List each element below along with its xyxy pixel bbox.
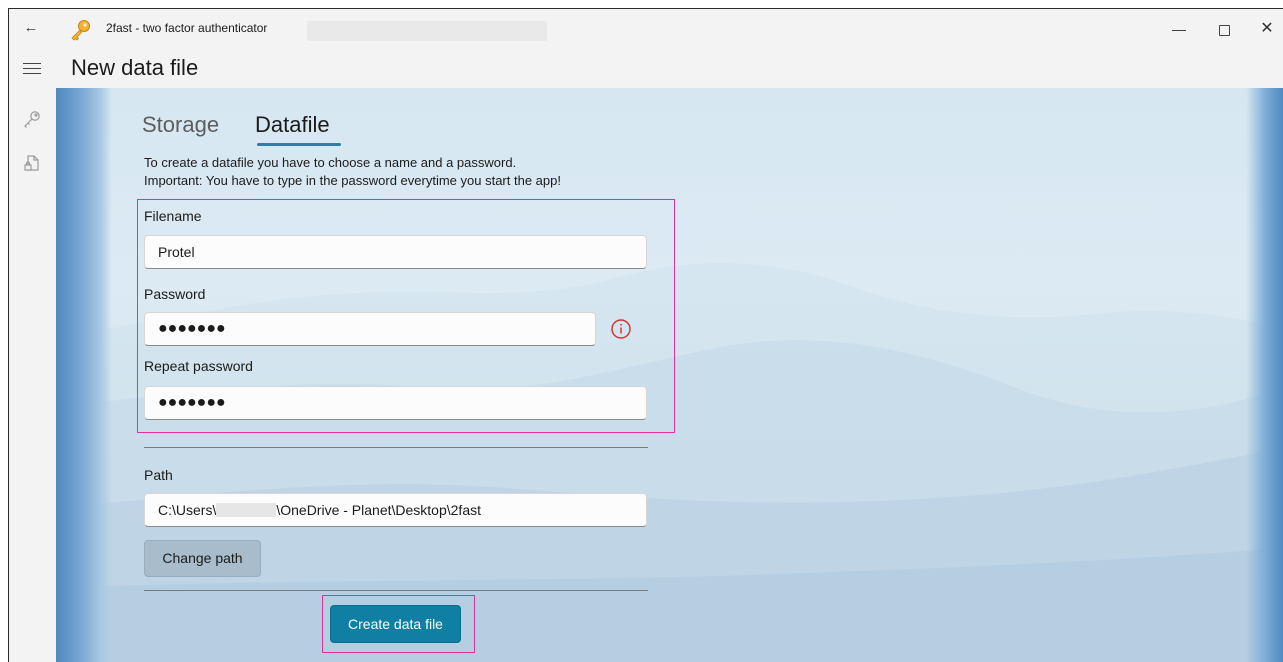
tab-storage[interactable]: Storage: [142, 110, 219, 140]
path-suffix: \OneDrive - Planet\Desktop\2fast: [276, 502, 481, 518]
repeat-password-input[interactable]: ●●●●●●●: [144, 386, 647, 420]
repeat-password-label: Repeat password: [144, 358, 253, 374]
title-bar: ← 2fast - two factor authenticator — ✕: [9, 9, 1283, 49]
filename-input[interactable]: Protel: [144, 235, 647, 269]
tab-active-indicator: [257, 143, 341, 146]
password-input[interactable]: ●●●●●●●: [144, 312, 596, 346]
page-title: New data file: [71, 55, 199, 80]
change-path-button[interactable]: Change path: [144, 540, 261, 577]
password-label: Password: [144, 286, 206, 302]
description-line-2: Important: You have to type in the passw…: [144, 173, 561, 188]
path-label: Path: [144, 467, 173, 483]
create-data-file-button[interactable]: Create data file: [330, 605, 461, 643]
path-input[interactable]: C:\Users\ \OneDrive - Planet\Desktop\2fas…: [144, 493, 647, 527]
app-window: ← 2fast - two factor authenticator — ✕ N…: [8, 8, 1283, 662]
back-arrow-icon[interactable]: ←: [23, 19, 39, 37]
left-edge-shade: [56, 88, 112, 662]
description-line-1: To create a datafile you have to choose …: [144, 155, 517, 170]
divider: [144, 590, 648, 591]
divider: [144, 447, 648, 448]
tab-datafile[interactable]: Datafile: [255, 110, 330, 140]
filename-label: Filename: [144, 208, 202, 224]
redacted-area: [307, 21, 547, 41]
path-prefix: C:\Users\: [158, 502, 217, 518]
key-icon: [68, 18, 92, 42]
window-title: 2fast - two factor authenticator: [106, 21, 268, 35]
redacted-username: [216, 503, 277, 517]
info-circle-icon[interactable]: [610, 318, 632, 340]
hamburger-icon[interactable]: [23, 59, 41, 75]
lock-file-icon[interactable]: [22, 153, 42, 173]
minimize-icon[interactable]: —: [1164, 15, 1194, 43]
maximize-icon[interactable]: [1209, 15, 1239, 43]
key-icon[interactable]: [22, 109, 42, 129]
right-edge-shade: [1246, 88, 1283, 662]
close-icon[interactable]: ✕: [1252, 15, 1282, 43]
